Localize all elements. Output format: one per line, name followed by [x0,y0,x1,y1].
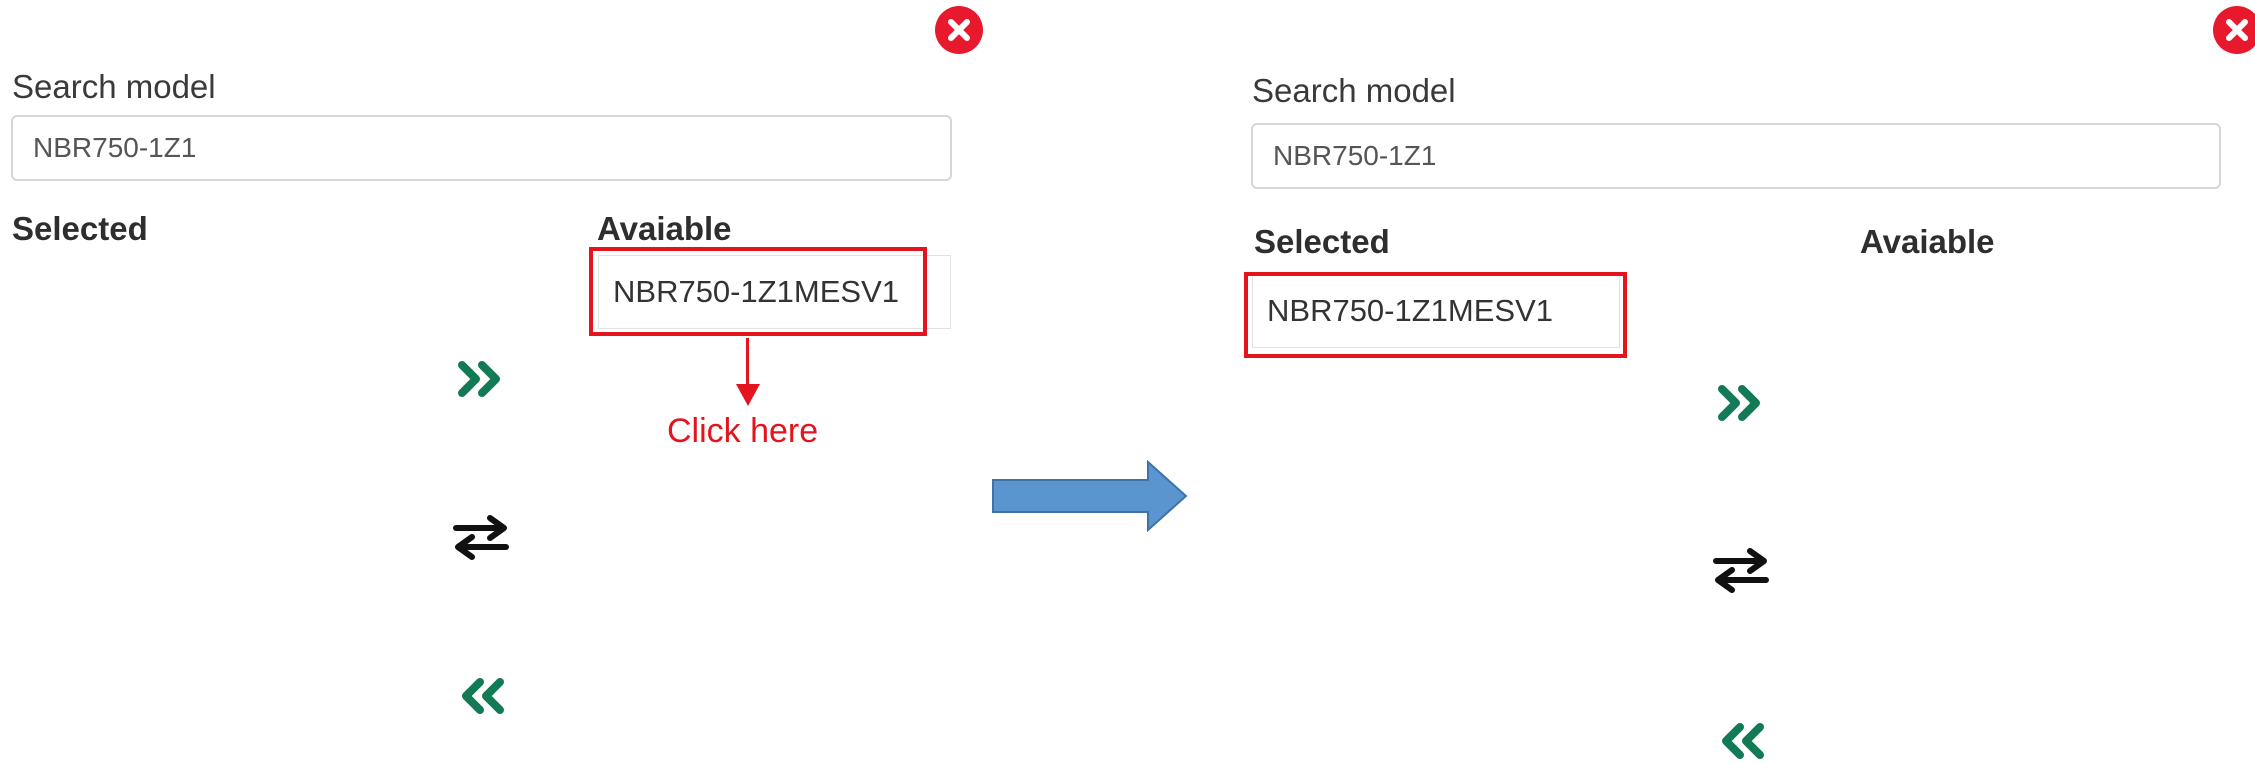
double-chevron-left-icon [1722,723,1764,759]
close-icon[interactable] [2213,6,2255,54]
move-right-button[interactable] [1718,384,1764,422]
double-chevron-right-icon [458,361,500,397]
selected-list-item[interactable]: NBR750-1Z1MESV1 [1252,274,1620,348]
close-icon[interactable] [935,6,983,54]
swap-arrows-icon [1713,548,1769,593]
flow-arrow [990,458,1190,539]
available-heading: Avaiable [1860,223,1995,260]
callout-text: Click here [667,412,819,450]
swap-button[interactable] [1712,546,1770,594]
swap-arrows-icon [453,515,509,560]
search-label: Search model [12,68,216,105]
right-panel: Search model Selected Avaiable NBR750-1Z… [1240,0,2255,764]
left-panel: Search model Selected Avaiable NBR750-1Z… [0,0,983,764]
search-input[interactable] [1251,123,2221,189]
move-left-button[interactable] [1718,722,1764,760]
callout-arrow-icon [736,384,760,406]
available-heading: Avaiable [597,210,732,247]
selected-heading: Selected [1254,223,1390,260]
arrow-right-icon [992,459,1188,533]
search-input[interactable] [11,115,952,181]
move-right-button[interactable] [458,360,504,398]
swap-button[interactable] [452,513,510,561]
search-label: Search model [1252,72,1456,109]
selected-heading: Selected [12,210,148,247]
double-chevron-right-icon [1718,385,1760,421]
move-left-button[interactable] [458,677,504,715]
available-list-item[interactable]: NBR750-1Z1MESV1 [598,255,951,329]
double-chevron-left-icon [462,678,504,714]
callout-line [746,338,749,386]
